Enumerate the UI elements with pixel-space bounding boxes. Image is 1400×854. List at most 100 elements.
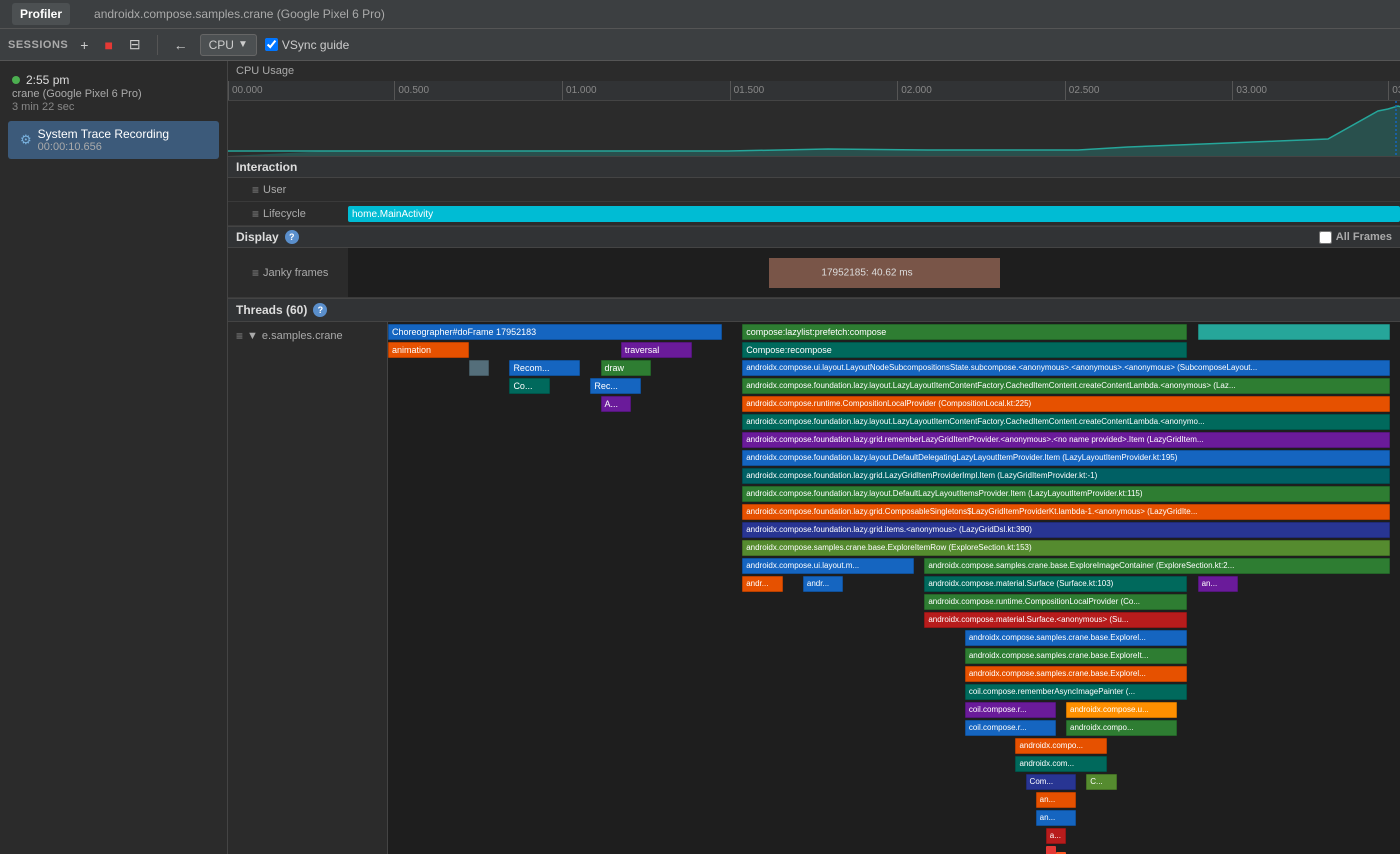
flame-block[interactable]: coil.compose.r... (965, 702, 1056, 718)
session-duration: 3 min 22 sec (12, 101, 215, 113)
janky-frames-label: Janky frames (263, 267, 328, 279)
recording-icon: ⚙ (20, 132, 32, 148)
flame-block[interactable]: an... (1036, 810, 1076, 826)
user-track-row: ≡ User (228, 178, 1400, 202)
ruler-tick-4: 02.000 (897, 81, 932, 100)
flame-block[interactable]: Rec... (590, 378, 641, 394)
flame-block[interactable]: an... (1036, 792, 1076, 808)
session-status-dot (12, 76, 20, 84)
flame-block[interactable]: animation (388, 342, 469, 358)
thread-hamburger-icon[interactable]: ≡ (236, 329, 243, 343)
flame-block[interactable]: Compose:recompose (742, 342, 1187, 358)
threads-content: ≡ ▼ e.samples.crane Choreographer#doFram… (228, 322, 1400, 854)
flame-block[interactable]: androidx.compose.foundation.lazy.grid.it… (742, 522, 1390, 538)
flame-block[interactable]: androidx.compose.foundation.lazy.grid.re… (742, 432, 1390, 448)
flame-block[interactable]: a... (1046, 828, 1066, 844)
flame-block[interactable]: A... (601, 396, 631, 412)
main-layout: 2:55 pm crane (Google Pixel 6 Pro) 3 min… (0, 61, 1400, 854)
flame-block[interactable]: Co... (509, 378, 549, 394)
ruler-tick-1: 00.500 (394, 81, 429, 100)
flame-block[interactable]: andr... (742, 576, 782, 592)
vsync-label-text: VSync guide (282, 38, 349, 52)
flame-block[interactable]: Choreographer#doFrame 17952183 (388, 324, 722, 340)
flame-block[interactable]: compose:lazylist:prefetch:compose (742, 324, 1187, 340)
flame-block[interactable]: androidx.compo... (1015, 738, 1106, 754)
session-item: 2:55 pm crane (Google Pixel 6 Pro) 3 min… (0, 69, 227, 117)
flame-block[interactable]: androidx.compose.samples.crane.base.Expl… (924, 558, 1390, 574)
profiler-tab[interactable]: Profiler (12, 3, 70, 25)
flame-chart: Choreographer#doFrame 17952183 compose:l… (388, 322, 1400, 854)
flame-block[interactable]: Com... (1026, 774, 1077, 790)
flame-block[interactable]: draw (601, 360, 652, 376)
flame-block[interactable]: androidx.com... (1015, 756, 1106, 772)
interaction-header: Interaction (228, 157, 1400, 178)
all-frames-checkbox-label: All Frames (1319, 231, 1392, 244)
content-area: CPU Usage 00.000 00.500 01.000 01.500 02… (228, 61, 1400, 854)
back-button[interactable]: ← (170, 35, 192, 55)
flame-block[interactable]: androidx.compose.ui.layout.m... (742, 558, 914, 574)
ruler-tick-0: 00.000 (228, 81, 263, 100)
flame-block[interactable]: an... (1198, 576, 1238, 592)
stop-button[interactable]: ■ (100, 35, 116, 55)
ruler-tick-2: 01.000 (562, 81, 597, 100)
flame-block[interactable] (1198, 324, 1390, 340)
vsync-checkbox[interactable] (265, 38, 278, 51)
threads-info-icon[interactable]: ? (313, 303, 327, 317)
flame-block[interactable]: androidx.compose.foundation.lazy.layout.… (742, 414, 1390, 430)
interaction-label: Interaction (236, 160, 297, 174)
flame-block[interactable]: androidx.compose.ui.layout.LayoutNodeSub… (742, 360, 1390, 376)
flame-block[interactable]: androidx.compose.foundation.lazy.layout.… (742, 486, 1390, 502)
ruler-tick-7: 03.500 (1388, 81, 1400, 100)
thread-trace-area: Choreographer#doFrame 17952183 compose:l… (388, 322, 1400, 854)
lifecycle-track-row: ≡ Lifecycle home.MainActivity (228, 202, 1400, 226)
user-track-label: ≡ User (228, 183, 348, 197)
thread-label-row: ≡ ▼ e.samples.crane (228, 326, 387, 346)
recording-item[interactable]: ⚙ System Trace Recording 00:00:10.656 (8, 121, 219, 159)
vsync-checkbox-label[interactable]: VSync guide (265, 38, 349, 52)
timeline-ruler: 00.000 00.500 01.000 01.500 02.000 02.50… (228, 81, 1400, 101)
flame-block[interactable]: androidx.compose.u... (1066, 702, 1177, 718)
cpu-dropdown[interactable]: CPU ▼ (200, 34, 257, 56)
janky-hamburger-icon[interactable]: ≡ (252, 266, 259, 280)
flame-bar-indicator (1046, 846, 1056, 854)
thread-expand-icon[interactable]: ▼ (247, 330, 258, 342)
cpu-dropdown-label: CPU (209, 38, 234, 52)
session-tab[interactable]: androidx.compose.samples.crane (Google P… (86, 3, 393, 25)
cpu-usage-label: CPU Usage (228, 61, 1400, 81)
janky-frames-row: ≡ Janky frames 17952185: 40.62 ms (228, 248, 1400, 298)
flame-block[interactable]: andr... (803, 576, 843, 592)
hamburger-icon[interactable]: ≡ (252, 183, 259, 197)
add-session-button[interactable]: + (76, 35, 92, 55)
ruler-tick-5: 02.500 (1065, 81, 1100, 100)
flame-block[interactable]: androidx.compose.foundation.lazy.grid.La… (742, 468, 1390, 484)
split-button[interactable]: ⊟ (125, 34, 145, 55)
flame-block[interactable]: androidx.compo... (1066, 720, 1177, 736)
display-section: Display ? All Frames ≡ Janky frames 1795… (228, 227, 1400, 299)
activity-bar-label: home.MainActivity (348, 209, 433, 220)
flame-block[interactable]: C... (1086, 774, 1116, 790)
flame-block[interactable]: androidx.compose.foundation.lazy.grid.Co… (742, 504, 1390, 520)
flame-block[interactable]: Recom... (509, 360, 580, 376)
flame-block[interactable]: androidx.compose.samples.crane.base.Expl… (965, 648, 1188, 664)
flame-block[interactable]: traversal (621, 342, 692, 358)
flame-block[interactable]: coil.compose.rememberAsyncImagePainter (… (965, 684, 1188, 700)
flame-block[interactable]: androidx.compose.material.Surface.<anony… (924, 612, 1187, 628)
flame-block[interactable] (469, 360, 489, 376)
flame-block[interactable]: androidx.compose.material.Surface (Surfa… (924, 576, 1187, 592)
ruler-tick-6: 03.000 (1232, 81, 1267, 100)
flame-block[interactable]: androidx.compose.samples.crane.base.Expl… (965, 666, 1188, 682)
lifecycle-track-content: home.MainActivity (348, 202, 1400, 225)
flame-block[interactable]: androidx.compose.runtime.CompositionLoca… (924, 594, 1187, 610)
all-frames-checkbox[interactable] (1319, 231, 1332, 244)
display-info-icon[interactable]: ? (285, 230, 299, 244)
flame-block[interactable]: androidx.compose.runtime.CompositionLoca… (742, 396, 1390, 412)
flame-block[interactable]: androidx.compose.samples.crane.base.Expl… (965, 630, 1188, 646)
flame-block[interactable]: coil.compose.r... (965, 720, 1056, 736)
flame-block[interactable]: androidx.compose.foundation.lazy.layout.… (742, 450, 1390, 466)
cpu-chart (228, 101, 1400, 156)
display-header-label: Display (236, 230, 279, 244)
user-label-text: User (263, 184, 286, 196)
flame-block[interactable]: androidx.compose.samples.crane.base.Expl… (742, 540, 1390, 556)
lifecycle-hamburger-icon[interactable]: ≡ (252, 207, 259, 221)
flame-block[interactable]: androidx.compose.foundation.lazy.layout.… (742, 378, 1390, 394)
